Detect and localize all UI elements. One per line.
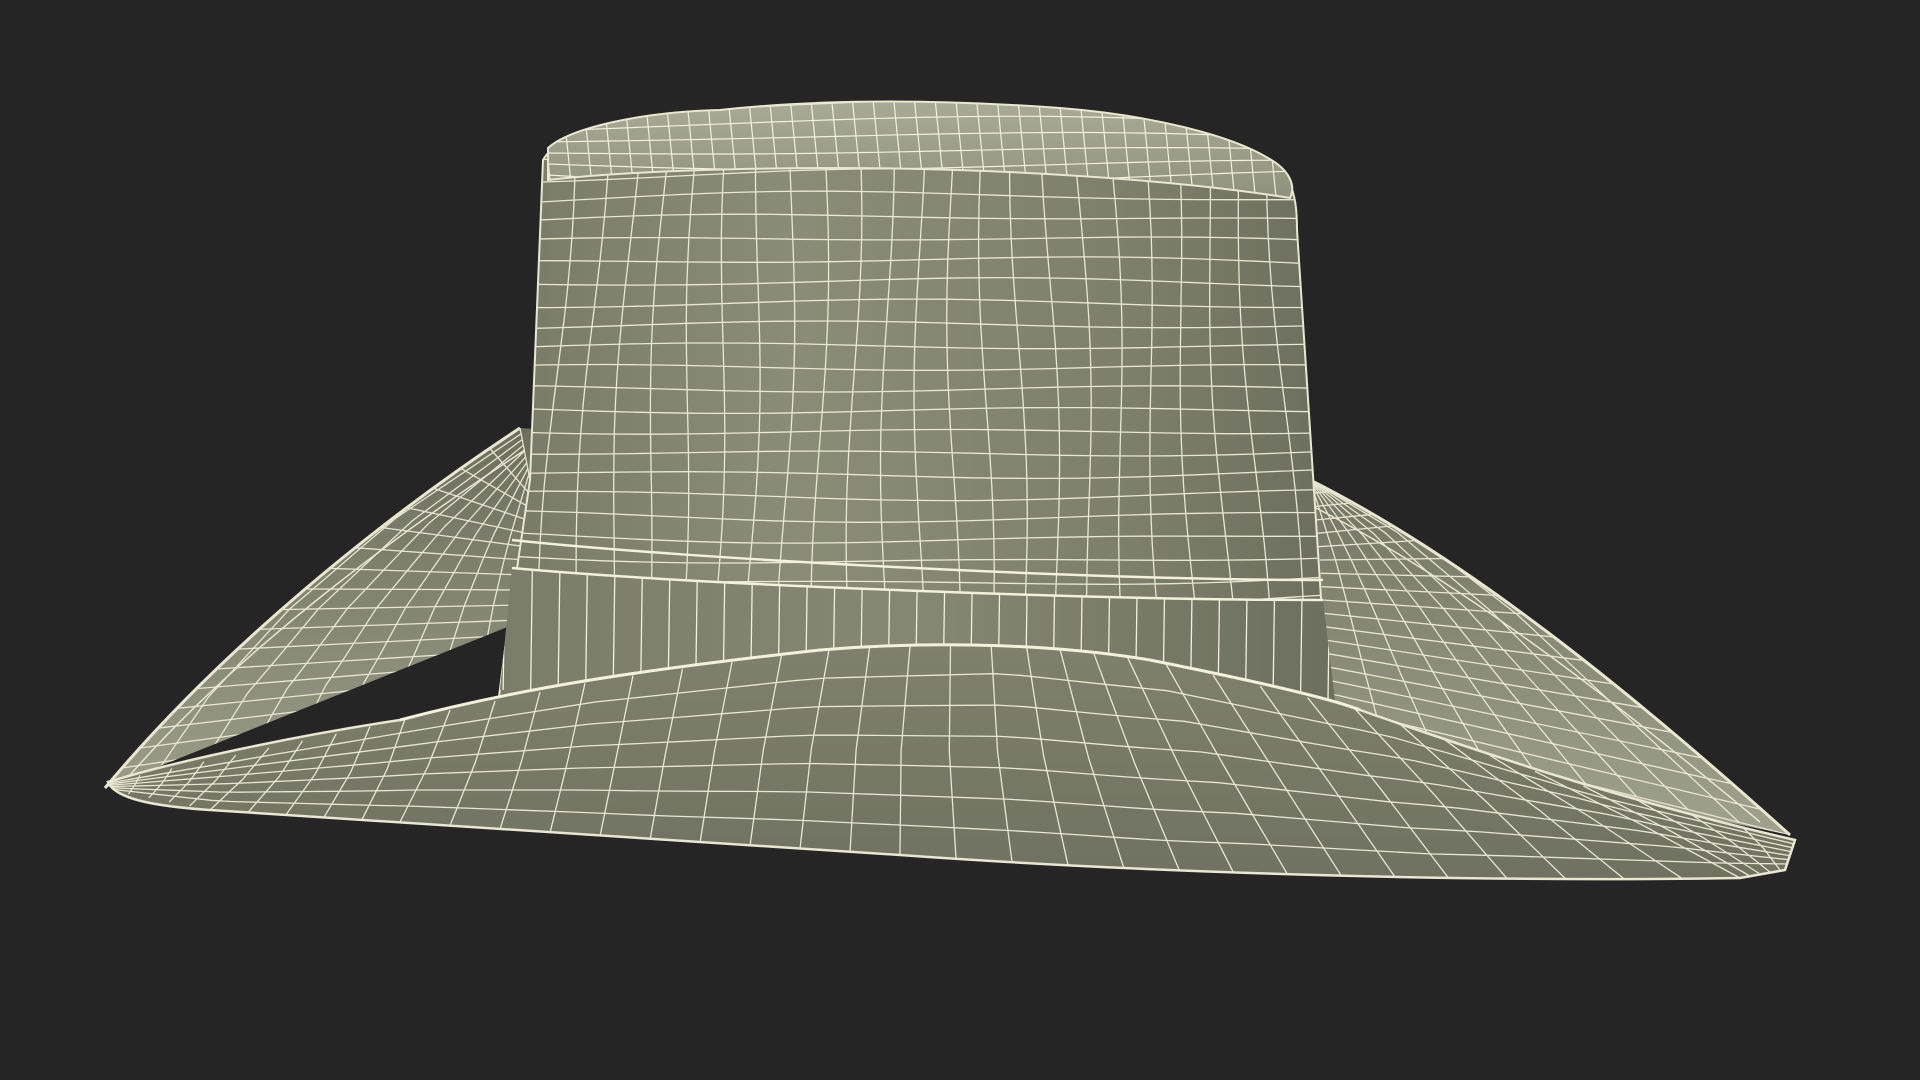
3d-viewport[interactable] xyxy=(0,0,1920,1080)
hat-wireframe-render xyxy=(103,100,1797,881)
